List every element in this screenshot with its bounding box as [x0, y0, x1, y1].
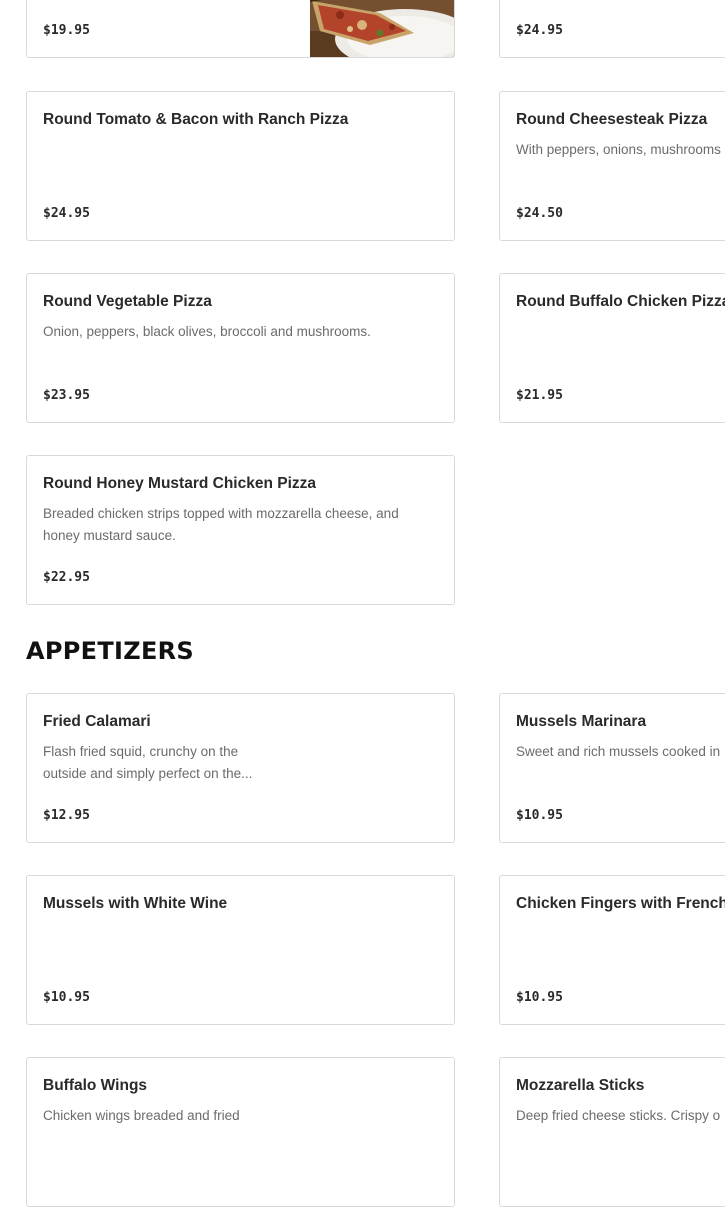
menu-item-card[interactable]: Fried Calamari Flash fried squid, crunch…: [26, 693, 455, 843]
menu-item-card[interactable]: Buffalo Wings Chicken wings breaded and …: [26, 1057, 455, 1207]
item-name: Fried Calamari: [43, 713, 151, 730]
menu-item-card[interactable]: Round Buffalo Chicken Pizza $21.95: [499, 273, 725, 423]
item-name: Mussels Marinara: [516, 713, 647, 730]
item-name: Round Honey Mustard Chicken Pizza: [43, 475, 317, 492]
item-price: $22.95: [43, 570, 90, 585]
item-price: $24.50: [516, 206, 563, 221]
item-price: $10.95: [516, 808, 563, 823]
menu-item-card[interactable]: Mussels Marinara Sweet and rich mussels …: [499, 693, 725, 843]
item-description: Breaded chicken strips topped with mozza…: [43, 506, 399, 543]
item-description: Onion, peppers, black olives, broccoli a…: [43, 324, 371, 339]
item-description: Sweet and rich mussels cooked in: [516, 744, 721, 759]
item-name: Mussels with White Wine: [43, 895, 228, 912]
item-price: $12.95: [43, 808, 90, 823]
menu-item-card[interactable]: Round Vegetable Pizza Onion, peppers, bl…: [26, 273, 455, 423]
item-price: $10.95: [43, 990, 90, 1005]
menu-item-card[interactable]: Mozzarella Sticks Deep fried cheese stic…: [499, 1057, 725, 1207]
item-price: $24.95: [516, 23, 563, 38]
menu-item-card[interactable]: Round Honey Mustard Chicken Pizza Breade…: [26, 455, 455, 605]
menu-item-card[interactable]: Round Tomato & Bacon with Ranch Pizza $2…: [26, 91, 455, 241]
item-description: Flash fried squid, crunchy on the outsid…: [43, 744, 253, 781]
section-title: APPETIZERS: [26, 637, 195, 665]
item-price: $24.95: [43, 206, 90, 221]
item-price: $23.95: [43, 388, 90, 403]
item-description: With peppers, onions, mushrooms: [516, 142, 721, 157]
menu-item-card[interactable]: $24.95: [499, 0, 725, 58]
pizza-slice-image: [310, 0, 454, 57]
item-price: $10.95: [516, 990, 563, 1005]
item-name: Round Vegetable Pizza: [43, 293, 212, 310]
item-name: Buffalo Wings: [43, 1077, 148, 1094]
item-price: $19.95: [43, 23, 90, 38]
menu-item-card[interactable]: Mussels with White Wine $10.95: [26, 875, 455, 1025]
item-description: Chicken wings breaded and fried: [43, 1108, 240, 1123]
item-name: Mozzarella Sticks: [516, 1077, 645, 1094]
menu-item-card[interactable]: Chicken Fingers with French $10.95: [499, 875, 725, 1025]
item-name: Round Cheesesteak Pizza: [516, 111, 708, 128]
menu-item-card[interactable]: $19.95: [26, 0, 455, 58]
item-name: Round Buffalo Chicken Pizza: [516, 293, 725, 310]
item-price: $21.95: [516, 388, 563, 403]
item-name: Round Tomato & Bacon with Ranch Pizza: [43, 111, 349, 128]
menu-item-card[interactable]: Round Cheesesteak Pizza With peppers, on…: [499, 91, 725, 241]
item-description: Deep fried cheese sticks. Crispy o: [516, 1108, 721, 1123]
item-name: Chicken Fingers with French: [516, 895, 725, 912]
